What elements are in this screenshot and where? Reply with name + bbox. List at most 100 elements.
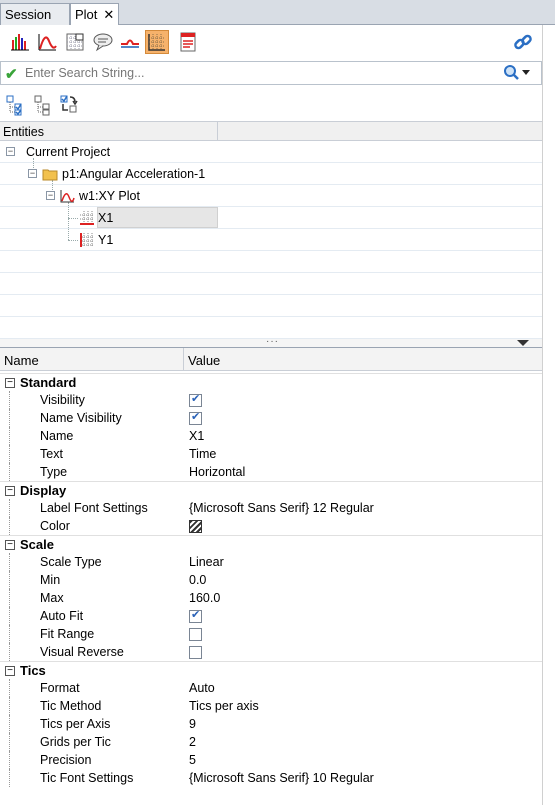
property-row[interactable]: Name X1 [0, 427, 542, 445]
min-value-field[interactable]: 0.0 [189, 573, 206, 587]
auto-fit-checkbox[interactable] [189, 608, 202, 623]
tree-item-label: Y1 [98, 233, 114, 247]
axis-icon[interactable] [145, 30, 169, 54]
uncheck-all-icon[interactable] [33, 94, 55, 116]
collapse-icon[interactable]: − [5, 486, 15, 496]
dropdown-arrow-icon[interactable] [517, 340, 529, 346]
property-name: Visibility [40, 393, 85, 407]
property-name: Name Visibility [40, 411, 122, 425]
splitter-grip[interactable]: ··· [266, 336, 279, 347]
property-row[interactable]: Visual Reverse [0, 643, 542, 661]
collapse-icon[interactable]: − [46, 191, 55, 200]
collapse-icon[interactable]: − [28, 169, 37, 178]
grids-per-tic-value-field[interactable]: 2 [189, 735, 196, 749]
legend-icon[interactable] [176, 30, 200, 54]
visual-reverse-checkbox[interactable] [189, 646, 202, 659]
property-row[interactable]: Max 160.0 [0, 589, 542, 607]
axis-grid-icon[interactable] [63, 30, 87, 54]
type-value-field[interactable]: Horizontal [189, 465, 245, 479]
check-all-icon[interactable] [5, 94, 27, 116]
tree-connector [9, 427, 10, 445]
tab-session[interactable]: Session [0, 3, 70, 25]
bar-chart-icon[interactable] [8, 30, 32, 54]
tab-session-label: Session [5, 7, 52, 22]
search-bar: ✔ Enter Search String... [0, 61, 542, 85]
precision-value-field[interactable]: 5 [189, 753, 196, 767]
tree-connector [9, 517, 10, 535]
tab-plot[interactable]: Plot ✕ [70, 3, 119, 26]
collapse-icon[interactable]: − [5, 540, 15, 550]
tree-item-y1[interactable]: Y1 [79, 230, 113, 250]
curve-icon[interactable] [35, 30, 59, 54]
scale-type-value-field[interactable]: Linear [189, 555, 224, 569]
name-value-field[interactable]: X1 [189, 429, 204, 443]
category-label: Tics [20, 663, 46, 678]
tab-close-icon[interactable]: ✕ [103, 7, 114, 22]
tree-item-label: X1 [98, 211, 114, 225]
property-row[interactable]: Scale Type Linear [0, 553, 542, 571]
category-scale[interactable]: − Scale [0, 535, 542, 553]
tree-connector [9, 769, 10, 787]
tree-row [0, 273, 542, 295]
property-name: Tics per Axis [40, 717, 111, 731]
fit-range-checkbox[interactable] [189, 628, 202, 641]
curve-line-icon[interactable] [118, 30, 142, 54]
property-name: Min [40, 573, 61, 587]
toggle-check-icon[interactable] [59, 94, 81, 116]
panel-splitter[interactable]: ··· [0, 336, 542, 347]
property-row[interactable]: Min 0.0 [0, 571, 542, 589]
tree-connector [9, 751, 10, 769]
property-row[interactable]: Auto Fit [0, 607, 542, 625]
tic-method-value-field[interactable]: Tics per axis [189, 699, 259, 713]
category-label: Scale [20, 537, 54, 552]
value-column-header[interactable]: Value [188, 353, 220, 368]
property-row[interactable]: Format Auto [0, 679, 542, 697]
tics-per-axis-value-field[interactable]: 9 [189, 717, 196, 731]
collapse-icon[interactable]: − [5, 378, 15, 388]
property-row[interactable]: Color [0, 517, 542, 535]
tree-connector [9, 463, 10, 481]
property-row[interactable]: Grids per Tic 2 [0, 733, 542, 751]
column-divider[interactable] [217, 122, 218, 141]
property-row[interactable]: Precision 5 [0, 751, 542, 769]
visibility-checkbox[interactable] [189, 392, 202, 407]
collapse-icon[interactable]: − [5, 666, 15, 676]
link-icon[interactable] [511, 30, 535, 54]
name-column-header[interactable]: Name [4, 353, 39, 368]
format-value-field[interactable]: Auto [189, 681, 215, 695]
entities-header: Entities [0, 121, 542, 141]
collapse-icon[interactable]: − [6, 147, 15, 156]
check-icon: ✔ [5, 66, 18, 83]
category-standard[interactable]: − Standard [0, 373, 542, 391]
property-row[interactable]: Text Time [0, 445, 542, 463]
tree-toolbar [0, 92, 555, 118]
column-divider[interactable] [183, 348, 184, 371]
property-name: Fit Range [40, 627, 95, 641]
text-value-field[interactable]: Time [189, 447, 216, 461]
tree-item-x1[interactable]: X1 [79, 208, 113, 228]
search-input[interactable]: Enter Search String... [25, 66, 145, 80]
property-row[interactable]: Fit Range [0, 625, 542, 643]
property-row[interactable]: Type Horizontal [0, 463, 542, 481]
color-swatch[interactable] [189, 520, 202, 533]
property-row[interactable]: Tics per Axis 9 [0, 715, 542, 733]
tab-plot-label: Plot [75, 7, 98, 22]
label-font-value-field[interactable]: {Microsoft Sans Serif} 12 Regular [189, 501, 374, 515]
property-row[interactable]: Visibility [0, 391, 542, 409]
property-row[interactable]: Tic Font Settings {Microsoft Sans Serif}… [0, 769, 542, 787]
note-bubble-icon[interactable] [91, 30, 115, 54]
tree-connector [9, 571, 10, 589]
search-icon[interactable] [503, 63, 535, 83]
plot-toolbar [0, 25, 555, 59]
max-value-field[interactable]: 160.0 [189, 591, 220, 605]
tree-item-page[interactable]: p1:Angular Acceleration-1 [42, 164, 205, 184]
tree-item-project[interactable]: Current Project [26, 142, 110, 162]
property-row[interactable]: Name Visibility [0, 409, 542, 427]
name-visibility-checkbox[interactable] [189, 410, 202, 425]
tic-font-value-field[interactable]: {Microsoft Sans Serif} 10 Regular [189, 771, 374, 785]
tree-item-window[interactable]: w1:XY Plot [59, 186, 140, 206]
category-tics[interactable]: − Tics [0, 661, 542, 679]
property-row[interactable]: Tic Method Tics per axis [0, 697, 542, 715]
category-display[interactable]: − Display [0, 481, 542, 499]
property-row[interactable]: Label Font Settings {Microsoft Sans Seri… [0, 499, 542, 517]
